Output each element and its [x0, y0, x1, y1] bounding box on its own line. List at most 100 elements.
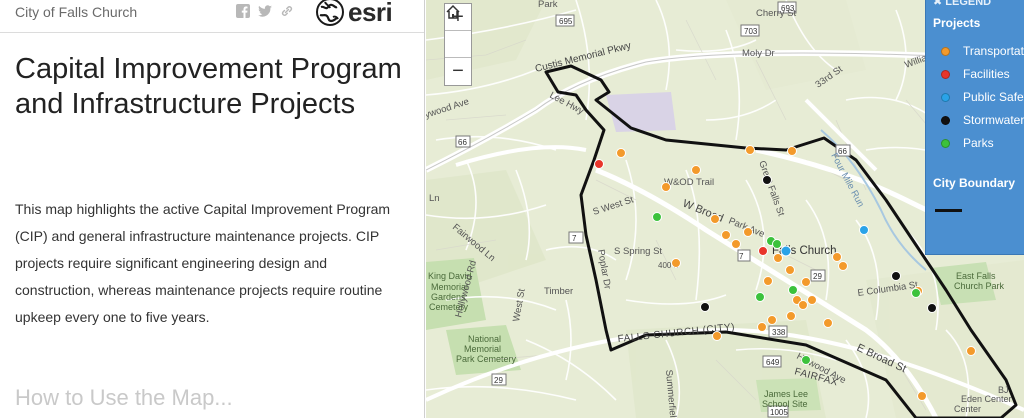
- transportation-point: [773, 253, 783, 263]
- transportation-point: [767, 315, 777, 325]
- svg-text:Ln: Ln: [429, 193, 440, 204]
- home-icon: [446, 4, 460, 19]
- legend-header[interactable]: ✖ LEGEND: [933, 0, 991, 8]
- svg-text:Memorial: Memorial: [464, 344, 501, 354]
- story-panel: City of Falls Church esri Capital Improv…: [0, 0, 425, 418]
- svg-text:649: 649: [766, 358, 780, 367]
- transportation-point: [823, 318, 833, 328]
- share-bar: [236, 4, 294, 18]
- legend-boundary-title: City Boundary: [933, 176, 1016, 190]
- svg-text:BJ: BJ: [998, 385, 1009, 395]
- legend-item-transportation: Transportation: [941, 44, 1024, 58]
- svg-text:29: 29: [813, 272, 822, 281]
- transportation-point: [801, 277, 811, 287]
- transportation-swatch: [941, 46, 950, 56]
- legend-panel: ✖ LEGEND Projects Transportation Facilit…: [925, 0, 1024, 255]
- svg-text:W&OD Trail: W&OD Trail: [664, 177, 714, 188]
- transportation-point: [616, 148, 626, 158]
- svg-text:695: 695: [559, 17, 573, 26]
- transportation-point: [917, 391, 927, 401]
- globe-icon: [316, 0, 344, 26]
- svg-text:338: 338: [772, 328, 786, 337]
- transportation-point: [763, 276, 773, 286]
- legend-projects-title: Projects: [933, 16, 981, 30]
- legend-item-facilities: Facilities: [941, 67, 1010, 81]
- map-view[interactable]: 695 703 693 66 66 7 7 29 29 338 649 1005: [426, 0, 1024, 418]
- esri-logo[interactable]: esri: [315, 0, 393, 27]
- public-safety-point: [780, 245, 792, 257]
- facilities-swatch: [941, 69, 950, 79]
- svg-text:School Site: School Site: [762, 399, 808, 409]
- parks-swatch: [941, 138, 950, 148]
- svg-text:Park: Park: [538, 0, 558, 10]
- transportation-point: [743, 227, 753, 237]
- transportation-point: [832, 252, 842, 262]
- svg-text:Center: Center: [954, 404, 981, 414]
- svg-text:National: National: [468, 334, 501, 344]
- svg-text:7: 7: [739, 252, 744, 261]
- legend-item-public-safety: Public Safety: [941, 90, 1024, 104]
- svg-text:703: 703: [744, 27, 758, 36]
- parks-point: [788, 285, 798, 295]
- svg-text:Park Cemetery: Park Cemetery: [456, 354, 517, 364]
- transportation-point: [786, 311, 796, 321]
- collapse-icon: ✖: [933, 0, 946, 8]
- public-safety-point: [859, 225, 869, 235]
- svg-text:James Lee: James Lee: [764, 389, 808, 399]
- home-button[interactable]: [445, 4, 471, 58]
- transportation-point: [691, 165, 701, 175]
- stormwater-swatch: [941, 115, 950, 125]
- svg-text:Moly Dr: Moly Dr: [742, 48, 775, 59]
- boundary-line-swatch: [935, 209, 962, 212]
- link-icon[interactable]: [280, 4, 294, 18]
- svg-text:Timber: Timber: [544, 286, 573, 297]
- svg-text:Cherry St: Cherry St: [756, 8, 796, 19]
- transportation-point: [710, 214, 720, 224]
- svg-text:Church Park: Church Park: [954, 281, 1005, 291]
- stormwater-point: [762, 175, 772, 185]
- facilities-point: [594, 159, 604, 169]
- story-description: This map highlights the active Capital I…: [15, 201, 391, 325]
- facebook-icon[interactable]: [236, 4, 250, 18]
- public-safety-swatch: [941, 92, 950, 102]
- svg-text:29: 29: [494, 376, 503, 385]
- stormwater-point: [891, 271, 901, 281]
- stormwater-point: [927, 303, 937, 313]
- campus-area: [606, 92, 676, 132]
- twitter-icon[interactable]: [258, 4, 272, 18]
- svg-text:S Spring St: S Spring St: [614, 246, 662, 257]
- next-section-heading: How to Use the Map...: [15, 385, 233, 410]
- transportation-point: [745, 145, 755, 155]
- parks-point: [652, 212, 662, 222]
- transportation-point: [721, 230, 731, 240]
- transportation-point: [807, 295, 817, 305]
- transportation-point: [757, 322, 767, 332]
- transportation-point: [798, 300, 808, 310]
- transportation-point: [712, 331, 722, 341]
- facilities-point: [758, 246, 768, 256]
- svg-text:Great Falls St: Great Falls St: [756, 159, 786, 218]
- legend-item-parks: Parks: [941, 136, 994, 150]
- transportation-point: [785, 265, 795, 275]
- parks-point: [755, 292, 765, 302]
- svg-text:West St: West St: [511, 288, 528, 323]
- legend-item-stormwater: Stormwater: [941, 113, 1024, 127]
- story-title: Capital Improvement Program and Infrastr…: [15, 53, 402, 120]
- zoom-out-button[interactable]: −: [445, 58, 471, 85]
- svg-text:S West St: S West St: [592, 194, 636, 218]
- logo-text: esri: [348, 0, 393, 27]
- org-name-link[interactable]: City of Falls Church: [15, 4, 137, 20]
- svg-text:East Falls: East Falls: [956, 271, 996, 281]
- parks-point: [772, 239, 782, 249]
- svg-text:66: 66: [458, 138, 467, 147]
- svg-text:7: 7: [572, 234, 577, 243]
- stormwater-point: [700, 302, 710, 312]
- svg-text:1005: 1005: [770, 408, 788, 417]
- svg-text:Eden Center: Eden Center: [961, 394, 1012, 404]
- parks-point: [801, 355, 811, 365]
- transportation-point: [731, 239, 741, 249]
- parks-point: [911, 288, 921, 298]
- transportation-point: [661, 182, 671, 192]
- header-bar: City of Falls Church esri: [0, 0, 424, 33]
- svg-text:ywood Ave: ywood Ave: [426, 96, 470, 121]
